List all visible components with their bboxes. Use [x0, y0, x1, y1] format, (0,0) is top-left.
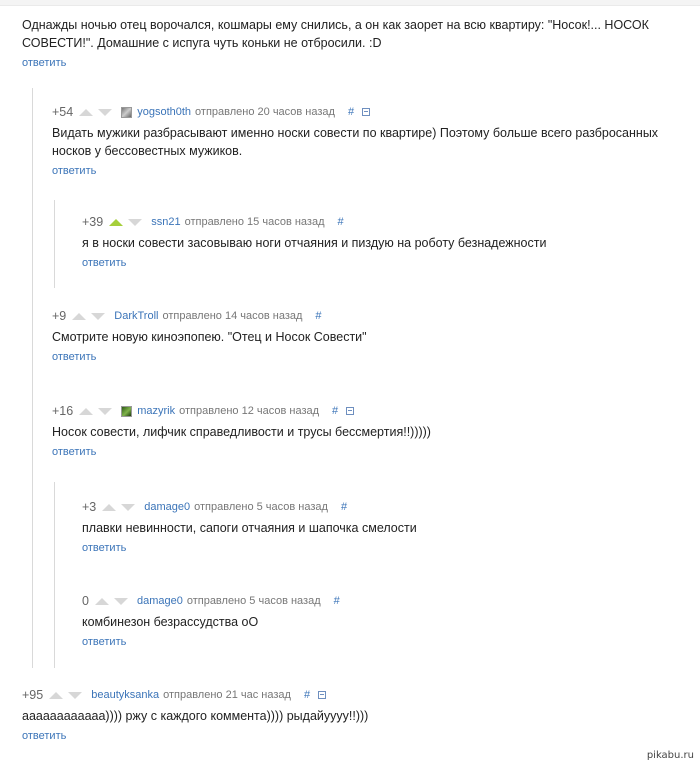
post-time: отправлено 21 час назад	[163, 689, 291, 701]
comment-header: +9 DarkTroll отправлено 14 часов назад #	[52, 307, 672, 325]
upvote-arrow-icon[interactable]	[72, 312, 87, 320]
post-time: отправлено 14 часов назад	[162, 310, 303, 322]
avatar[interactable]	[121, 106, 133, 118]
comment: +16 mazyrik отправлено 12 часов назад # …	[52, 402, 672, 460]
rating: +54	[52, 105, 74, 119]
comment: +95 beautyksanka отправлено 21 час назад…	[22, 686, 672, 744]
rating: +39	[82, 215, 104, 229]
username-link[interactable]: mazyrik	[137, 405, 175, 417]
downvote-arrow-icon[interactable]	[128, 218, 143, 226]
permalink-hash[interactable]: #	[341, 501, 347, 513]
username-link[interactable]: yogsoth0th	[137, 106, 191, 118]
comment-header: +3 damage0 отправлено 5 часов назад #	[82, 498, 682, 516]
post-time: отправлено 5 часов назад	[186, 595, 321, 607]
permalink-hash[interactable]: #	[348, 106, 354, 118]
post-time: отправлено 12 часов назад	[179, 405, 320, 417]
comment-header: +16 mazyrik отправлено 12 часов назад #	[52, 402, 672, 420]
post-time: отправлено 15 часов назад	[184, 216, 325, 228]
upvote-arrow-icon[interactable]	[79, 407, 94, 415]
reply-link[interactable]: ответить	[52, 446, 96, 458]
thread-line	[54, 482, 55, 668]
permalink-hash[interactable]: #	[332, 405, 338, 417]
downvote-arrow-icon[interactable]	[68, 691, 83, 699]
upvote-arrow-icon[interactable]	[94, 597, 109, 605]
rating: +3	[82, 500, 97, 514]
downvote-arrow-icon[interactable]	[98, 108, 113, 116]
upvote-arrow-icon[interactable]	[109, 218, 124, 226]
comment-text: Однажды ночью отец ворочался, кошмары ем…	[22, 18, 649, 50]
comment: +3 damage0 отправлено 5 часов назад # пл…	[82, 498, 682, 556]
username-link[interactable]: damage0	[144, 501, 190, 513]
watermark: pikabu.ru	[646, 750, 694, 761]
permalink-hash[interactable]: #	[304, 689, 310, 701]
permalink-hash[interactable]: #	[315, 310, 321, 322]
downvote-arrow-icon[interactable]	[121, 503, 136, 511]
username-link[interactable]: ssn21	[151, 216, 180, 228]
collapse-icon[interactable]	[362, 108, 371, 116]
comment-text: плавки невинности, сапоги отчаяния и шап…	[82, 521, 417, 535]
top-comment: Однажды ночью отец ворочался, кошмары ем…	[22, 16, 682, 71]
reply-link[interactable]: ответить	[22, 730, 66, 742]
comment: +9 DarkTroll отправлено 14 часов назад #…	[52, 307, 672, 365]
comment-text: комбинезон безрассудства оО	[82, 615, 259, 629]
downvote-arrow-icon[interactable]	[113, 597, 128, 605]
comment-header: +95 beautyksanka отправлено 21 час назад…	[22, 686, 672, 704]
comment-header: 0 damage0 отправлено 5 часов назад #	[82, 592, 682, 610]
username-link[interactable]: damage0	[137, 595, 183, 607]
thread-line	[54, 200, 55, 288]
top-strip	[0, 0, 700, 6]
reply-link[interactable]: ответить	[22, 57, 66, 69]
thread-line	[32, 88, 33, 668]
permalink-hash[interactable]: #	[338, 216, 344, 228]
upvote-arrow-icon[interactable]	[49, 691, 64, 699]
upvote-arrow-icon[interactable]	[102, 503, 117, 511]
post-time: отправлено 20 часов назад	[195, 106, 335, 118]
upvote-arrow-icon[interactable]	[79, 108, 94, 116]
comment-text: Видать мужики разбрасывают именно носки …	[52, 126, 659, 158]
avatar[interactable]	[121, 405, 133, 417]
username-link[interactable]: beautyksanka	[91, 689, 159, 701]
reply-link[interactable]: ответить	[82, 542, 126, 554]
comment-text: Носок совести, лифчик справедливости и т…	[52, 425, 431, 439]
reply-link[interactable]: ответить	[52, 351, 96, 363]
collapse-icon[interactable]	[318, 691, 327, 699]
username-link[interactable]: DarkTroll	[114, 310, 158, 322]
permalink-hash[interactable]: #	[334, 595, 340, 607]
comment-text: Смотрите новую киноэпопею. "Отец и Носок…	[52, 330, 367, 344]
comment-header: +54 yogsoth0th отправлено 20 часов назад…	[52, 103, 672, 121]
downvote-arrow-icon[interactable]	[98, 407, 113, 415]
rating: +9	[52, 309, 67, 323]
collapse-icon[interactable]	[346, 407, 355, 415]
comment: +54 yogsoth0th отправлено 20 часов назад…	[52, 103, 672, 179]
comment-text: я в носки совести засовываю ноги отчаяни…	[82, 236, 547, 250]
reply-link[interactable]: ответить	[82, 636, 126, 648]
comment: 0 damage0 отправлено 5 часов назад # ком…	[82, 592, 682, 650]
rating: 0	[82, 594, 89, 608]
rating: +16	[52, 404, 74, 418]
post-time: отправлено 5 часов назад	[194, 501, 328, 513]
rating: +95	[22, 688, 44, 702]
reply-link[interactable]: ответить	[52, 165, 96, 177]
reply-link[interactable]: ответить	[82, 257, 126, 269]
comment-header: +39 ssn21 отправлено 15 часов назад #	[82, 213, 682, 231]
comment: +39 ssn21 отправлено 15 часов назад # я …	[82, 213, 682, 271]
comment-text: аааааааааааа)))) ржу с каждого коммента)…	[22, 709, 369, 723]
downvote-arrow-icon[interactable]	[91, 312, 106, 320]
